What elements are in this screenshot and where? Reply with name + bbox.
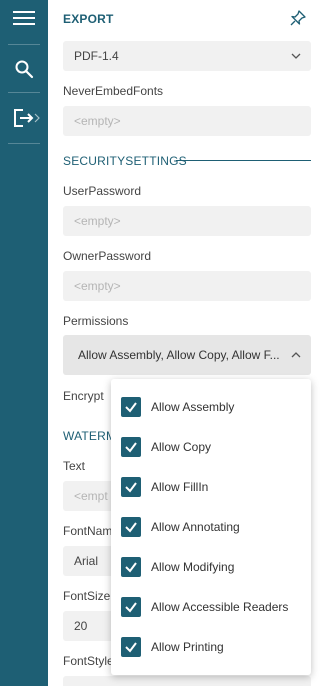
checkmark-icon [125,522,137,533]
chevron-up-icon [291,352,301,358]
rail-divider [8,92,40,93]
never-embed-fonts-input[interactable]: <empty> [63,106,311,136]
checkbox-checked[interactable] [121,557,141,577]
checkbox-checked[interactable] [121,517,141,537]
permission-option-copy[interactable]: Allow Copy [111,427,311,467]
checkmark-icon [125,602,137,613]
watermark-text-placeholder: <empt [74,489,108,503]
section-divider [176,160,311,161]
permission-option-accessible-readers[interactable]: Allow Accessible Readers [111,587,311,627]
owner-password-label: OwnerPassword [63,249,152,263]
checkbox-checked[interactable] [121,437,141,457]
rail-divider [8,143,40,144]
user-password-placeholder: <empty> [74,214,121,228]
export-button[interactable] [0,100,48,136]
checkmark-icon [125,442,137,453]
font-style-select[interactable] [63,676,311,686]
checkmark-icon [125,562,137,573]
owner-password-input[interactable]: <empty> [63,271,311,301]
user-password-input[interactable]: <empty> [63,206,311,236]
font-style-label: FontStyle [63,654,114,668]
watermark-section-title: WATERM [63,429,117,443]
chevron-down-icon [291,53,301,59]
checkmark-icon [125,402,137,413]
permission-option-printing[interactable]: Allow Printing [111,627,311,667]
encrypt-label: Encrypt [63,389,104,403]
side-rail [0,0,48,686]
option-label: Allow FillIn [151,480,209,494]
security-section-title: SECURITYSETTINGS [63,154,187,168]
never-embed-fonts-label: NeverEmbedFonts [63,84,164,98]
user-password-label: UserPassword [63,184,142,198]
option-label: Allow Accessible Readers [151,600,289,614]
pdf-version-select[interactable]: PDF-1.4 [63,41,311,71]
option-label: Allow Assembly [151,400,235,414]
owner-password-placeholder: <empty> [74,279,121,293]
checkbox-checked[interactable] [121,597,141,617]
never-embed-fonts-placeholder: <empty> [74,114,121,128]
menu-icon [13,11,35,25]
font-size-value: 20 [74,619,88,633]
checkmark-icon [125,482,137,493]
permission-option-modifying[interactable]: Allow Modifying [111,547,311,587]
option-label: Allow Copy [151,440,212,454]
option-label: Allow Printing [151,640,224,654]
font-name-value: Arial [74,554,99,568]
checkbox-checked[interactable] [121,397,141,417]
permission-option-fillin[interactable]: Allow FillIn [111,467,311,507]
rail-divider [8,44,40,45]
menu-button[interactable] [0,0,48,36]
pdf-version-value: PDF-1.4 [74,49,119,63]
permissions-label: Permissions [63,314,129,328]
option-label: Allow Modifying [151,560,235,574]
checkbox-checked[interactable] [121,637,141,657]
font-name-label: FontNam [63,524,113,538]
checkmark-icon [125,642,137,653]
permission-option-assembly[interactable]: Allow Assembly [111,387,311,427]
font-size-label: FontSize [63,589,111,603]
permissions-dropdown: Allow Assembly Allow Copy Allow FillIn A… [111,379,311,675]
pin-icon[interactable] [289,9,307,27]
panel-header: EXPORT [48,0,315,38]
chevron-right-icon [34,113,40,123]
permissions-select[interactable]: Allow Assembly, Allow Copy, Allow F... [63,335,311,375]
panel-title: EXPORT [63,12,114,26]
watermark-text-label: Text [63,459,86,473]
search-icon [15,60,34,79]
permission-option-annotating[interactable]: Allow Annotating [111,507,311,547]
search-button[interactable] [0,51,48,87]
permissions-value: Allow Assembly, Allow Copy, Allow F... [78,348,280,362]
export-icon [14,109,34,127]
checkbox-checked[interactable] [121,477,141,497]
option-label: Allow Annotating [151,520,240,534]
